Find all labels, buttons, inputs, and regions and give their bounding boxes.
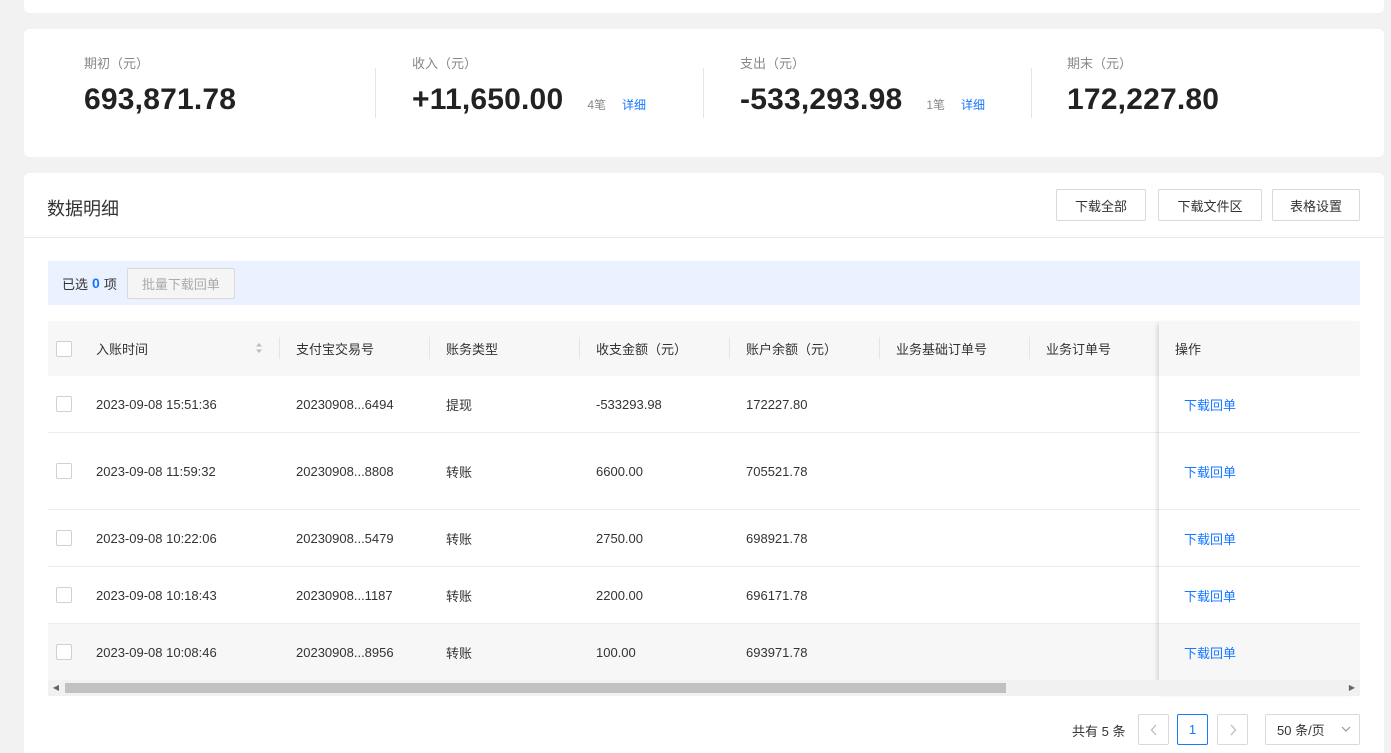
expense-detail-link[interactable]: 详细 <box>961 96 985 113</box>
cell-type: 提现 <box>446 397 473 413</box>
cell-time: 2023-09-08 10:08:46 <box>96 644 217 660</box>
selection-prefix: 已选 <box>62 276 89 292</box>
column-separator <box>279 337 280 359</box>
cell-type: 转账 <box>446 645 473 661</box>
row-checkbox[interactable] <box>56 396 72 412</box>
scroll-right-icon[interactable]: ▶ <box>1347 683 1357 693</box>
cell-amount: 100.00 <box>596 644 636 660</box>
cell-time: 2023-09-08 10:22:06 <box>96 530 217 546</box>
selection-count: 0 <box>92 275 100 291</box>
chevron-left-icon <box>1150 724 1156 735</box>
cell-amount: 2200.00 <box>596 587 643 603</box>
stat-expense-value: -533,293.98 <box>740 83 903 116</box>
next-page-button[interactable] <box>1217 714 1248 745</box>
selection-suffix: 项 <box>103 276 117 292</box>
column-header[interactable]: 入账时间 <box>96 321 148 376</box>
row-checkbox[interactable] <box>56 644 72 660</box>
column-header: 业务订单号 <box>1046 342 1112 357</box>
cell-balance: 696171.78 <box>746 587 808 603</box>
row-checkbox-cell <box>56 567 72 623</box>
cell-type: 转账 <box>446 464 473 480</box>
cell-trade-no: 20230908...8956 <box>296 644 394 660</box>
cell-amount: 6600.00 <box>596 463 643 479</box>
column-header: 收支金额（元） <box>596 342 688 357</box>
row-checkbox-cell <box>56 510 72 566</box>
pagination-total: 共有 5 条 <box>1072 724 1126 739</box>
page-size-select[interactable]: 50 条/页 <box>1265 714 1360 745</box>
stat-divider <box>703 68 704 118</box>
column-separator <box>729 337 730 359</box>
select-all-checkbox-cell <box>56 321 72 376</box>
batch-download-button[interactable]: 批量下载回单 <box>126 267 235 299</box>
stat-income: 收入（元） +11,650.00 4笔 详细 <box>412 55 646 135</box>
stat-divider <box>375 68 376 118</box>
cell-amount: -533293.98 <box>596 396 662 412</box>
stat-closing: 期末（元） 172,227.80 <box>1067 55 1219 135</box>
cell-balance: 172227.80 <box>746 396 808 412</box>
row-checkbox-cell <box>56 624 72 680</box>
cell-balance: 698921.78 <box>746 530 808 546</box>
horizontal-scrollbar[interactable]: ◀ ▶ <box>48 680 1360 696</box>
column-separator <box>429 337 430 359</box>
row-checkbox[interactable] <box>56 587 72 603</box>
stat-expense-count: 1笔 <box>926 98 946 112</box>
scroll-thumb[interactable] <box>65 683 1006 693</box>
download-files-button[interactable]: 下载文件区 <box>1158 189 1262 221</box>
row-checkbox-cell <box>56 376 72 432</box>
section-title: 数据明细 <box>47 199 119 219</box>
cell-trade-no: 20230908...8808 <box>296 463 394 479</box>
row-checkbox[interactable] <box>56 463 72 479</box>
cell-time: 2023-09-08 10:18:43 <box>96 587 217 603</box>
table-settings-button[interactable]: 表格设置 <box>1272 189 1360 221</box>
cell-balance: 693971.78 <box>746 644 808 660</box>
stat-expense: 支出（元） -533,293.98 1笔 详细 <box>740 55 985 135</box>
fixed-actions-column <box>1159 321 1360 696</box>
column-separator <box>1029 337 1030 359</box>
stat-divider <box>1031 68 1032 118</box>
stat-income-count: 4笔 <box>587 98 607 112</box>
selection-bar: 已选 0 项 批量下载回单 <box>48 261 1360 305</box>
chevron-down-icon <box>1341 726 1351 732</box>
header-divider <box>24 237 1384 238</box>
select-all-checkbox[interactable] <box>56 340 72 357</box>
top-card <box>24 0 1384 13</box>
page-button-current[interactable]: 1 <box>1177 714 1208 745</box>
cell-balance: 705521.78 <box>746 463 808 479</box>
cell-amount: 2750.00 <box>596 530 643 546</box>
cell-type: 转账 <box>446 588 473 604</box>
stat-income-label: 收入（元） <box>412 56 478 71</box>
cell-time: 2023-09-08 15:51:36 <box>96 396 217 412</box>
chevron-right-icon <box>1230 724 1236 735</box>
column-separator <box>879 337 880 359</box>
stat-expense-label: 支出（元） <box>740 56 806 71</box>
sort-icon[interactable] <box>255 341 263 355</box>
column-header: 支付宝交易号 <box>296 342 375 357</box>
stat-income-value: +11,650.00 <box>412 83 564 116</box>
stat-closing-value: 172,227.80 <box>1067 83 1220 116</box>
detail-card: 数据明细 下载全部 下载文件区 表格设置 已选 0 项 批量下载回单 入账时间 … <box>24 173 1384 753</box>
cell-trade-no: 20230908...5479 <box>296 530 394 546</box>
stat-closing-label: 期末（元） <box>1067 56 1133 71</box>
cell-trade-no: 20230908...1187 <box>296 587 393 603</box>
column-header: 业务基础订单号 <box>896 342 988 357</box>
stat-opening-value: 693,871.78 <box>84 83 237 116</box>
download-all-button[interactable]: 下载全部 <box>1056 189 1146 221</box>
page-size-value: 50 条/页 <box>1277 723 1325 738</box>
stat-opening: 期初（元） 693,871.78 <box>84 55 236 135</box>
summary-card: 期初（元） 693,871.78 收入（元） +11,650.00 4笔 详细 … <box>24 29 1384 157</box>
row-checkbox[interactable] <box>56 530 72 546</box>
column-separator <box>579 337 580 359</box>
row-checkbox-cell <box>56 433 72 509</box>
column-header: 账务类型 <box>446 342 499 357</box>
cell-trade-no: 20230908...6494 <box>296 396 394 412</box>
scroll-left-icon[interactable]: ◀ <box>51 683 61 693</box>
stat-opening-label: 期初（元） <box>84 56 150 71</box>
cell-time: 2023-09-08 11:59:32 <box>96 463 216 479</box>
prev-page-button[interactable] <box>1138 714 1169 745</box>
cell-type: 转账 <box>446 531 473 547</box>
income-detail-link[interactable]: 详细 <box>622 96 646 113</box>
column-header: 账户余额（元） <box>746 342 838 357</box>
